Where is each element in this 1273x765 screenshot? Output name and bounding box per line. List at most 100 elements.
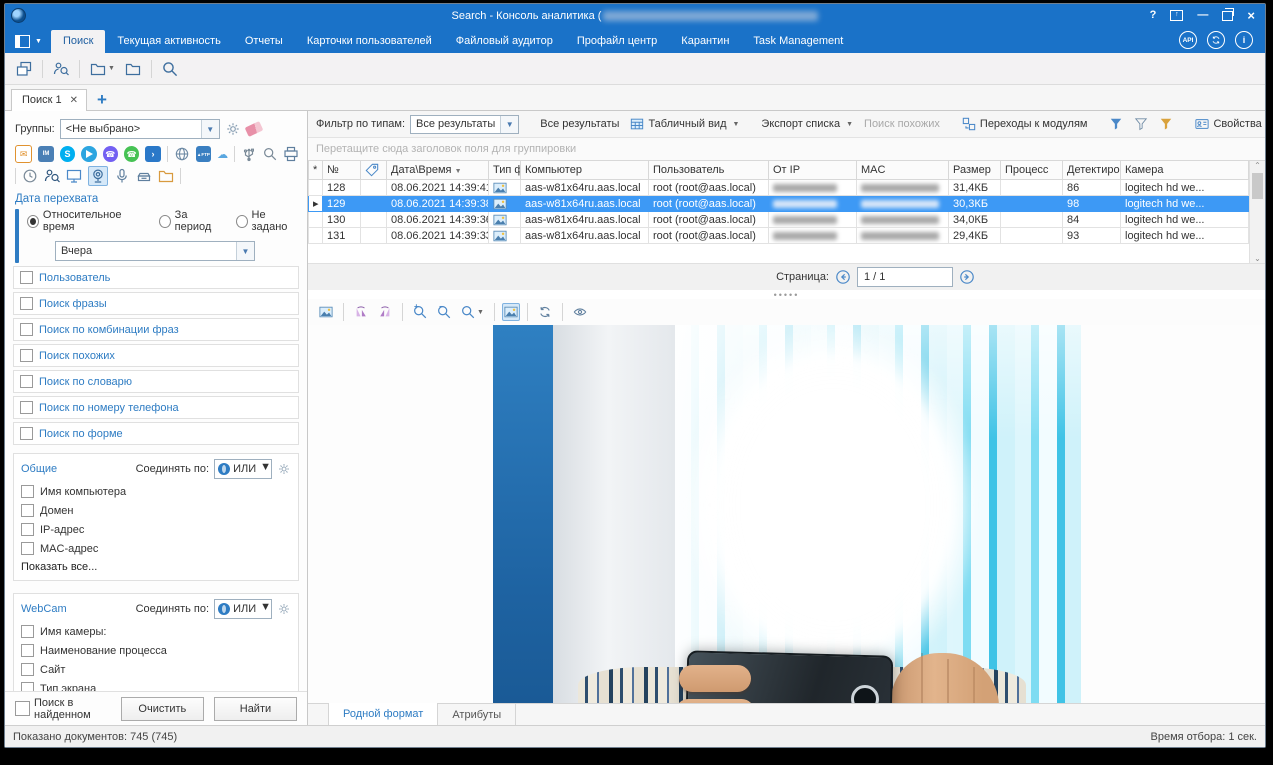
col-type[interactable]: Тип фа	[489, 161, 521, 180]
checkbox[interactable]	[15, 701, 30, 716]
funnel-clear-icon[interactable]	[1131, 115, 1151, 133]
table-row-selected[interactable]: ▸ 129 08.06.2021 14:39:38 aas-w81x64ru.a…	[309, 196, 1249, 212]
viber-icon[interactable]: ☎	[103, 146, 118, 162]
checkbox[interactable]	[21, 523, 34, 536]
funnel-edit-icon[interactable]	[1156, 115, 1176, 133]
common-mac[interactable]: MAC-адрес	[21, 542, 291, 555]
col-tag-icon[interactable]	[361, 161, 387, 180]
folder-export-icon[interactable]: ▼	[87, 58, 118, 80]
find-button[interactable]: Найти	[214, 697, 297, 721]
group-by-hint[interactable]: Перетащите сюда заголовок поля для групп…	[308, 138, 1265, 160]
close-button[interactable]: ×	[1247, 9, 1255, 22]
filter-phrase[interactable]: Поиск фразы	[13, 292, 299, 315]
webcam-camera-name[interactable]: Имя камеры:	[21, 625, 291, 638]
user-search-icon[interactable]	[50, 58, 72, 80]
api-icon[interactable]: API	[1179, 31, 1197, 49]
usb-icon[interactable]	[241, 146, 257, 162]
printer-icon[interactable]	[283, 146, 299, 162]
folder-import-icon[interactable]	[122, 58, 144, 80]
ribbon-tab-user-cards[interactable]: Карточки пользователей	[295, 30, 444, 53]
col-detect[interactable]: Детектирова	[1063, 161, 1121, 180]
ribbon-tab-current-activity[interactable]: Текущая активность	[105, 30, 232, 53]
filter-similar[interactable]: Поиск похожих	[13, 344, 299, 367]
deploy-icon[interactable]	[1207, 31, 1225, 49]
radio-period[interactable]: За период	[159, 209, 222, 233]
next-page-icon[interactable]	[959, 269, 975, 285]
col-process[interactable]: Процесс	[1001, 161, 1063, 180]
scroll-up-icon[interactable]: ⌃	[1254, 161, 1261, 170]
filter-form[interactable]: Поиск по форме	[13, 422, 299, 445]
search-similar-button[interactable]: Поиск похожих	[861, 116, 943, 132]
filter-user[interactable]: Пользователь	[13, 266, 299, 289]
filter-phrase-combo[interactable]: Поиск по комбинации фраз	[13, 318, 299, 341]
telegram-icon[interactable]	[81, 146, 96, 162]
checkbox[interactable]	[20, 401, 33, 414]
scroll-down-icon[interactable]: ⌄	[1254, 254, 1261, 263]
checkbox[interactable]	[20, 427, 33, 440]
auto-refresh-icon[interactable]	[535, 302, 555, 322]
ribbon-tab-search[interactable]: Поиск	[51, 30, 105, 53]
checkbox[interactable]	[21, 644, 34, 657]
table-vertical-scrollbar[interactable]: ⌃ ⌄	[1249, 161, 1265, 263]
type-filter-select[interactable]: Все результаты▼	[410, 115, 519, 134]
filter-dictionary[interactable]: Поиск по словарю	[13, 370, 299, 393]
export-list-button[interactable]: Экспорт списка▼	[758, 116, 856, 132]
col-computer[interactable]: Компьютер	[521, 161, 649, 180]
table-row[interactable]: 130 08.06.2021 14:39:36 aas-w81x64ru.aas…	[309, 212, 1249, 228]
prev-page-icon[interactable]	[835, 269, 851, 285]
ribbon-tab-file-auditor[interactable]: Файловый аудитор	[444, 30, 565, 53]
cash-register-icon[interactable]	[136, 168, 152, 184]
webcam-gear-icon[interactable]	[277, 602, 291, 616]
checkbox[interactable]	[21, 504, 34, 517]
all-results-button[interactable]: Все результаты	[537, 116, 622, 132]
webcam-process-name[interactable]: Наименование процесса	[21, 644, 291, 657]
go-to-modules-button[interactable]: Переходы к модулям	[959, 115, 1091, 133]
webcam-join-select[interactable]: ИЛИ▼	[214, 599, 272, 619]
table-row[interactable]: 131 08.06.2021 14:39:33 aas-w81x64ru.aas…	[309, 228, 1249, 244]
ribbon-tab-reports[interactable]: Отчеты	[233, 30, 295, 53]
close-tab-icon[interactable]: ✕	[70, 95, 78, 106]
funnel-filter-icon[interactable]	[1106, 115, 1126, 133]
radio-relative-time[interactable]: Относительное время	[27, 209, 145, 233]
webcam-site[interactable]: Сайт	[21, 663, 291, 676]
webcam-screen-type[interactable]: Тип экрана	[21, 682, 291, 691]
cloud-icon[interactable]: ☁	[217, 148, 228, 161]
results-table[interactable]: * № Дата\Время ▼ Тип фа Компьютер Пользо…	[308, 161, 1249, 244]
clear-button[interactable]: Очистить	[121, 697, 204, 721]
chevron-down-icon[interactable]: ▼	[260, 601, 271, 617]
scrollbar-thumb[interactable]	[1252, 173, 1263, 199]
page-number-input[interactable]: 1 / 1	[857, 267, 953, 287]
preview-eye-icon[interactable]	[570, 302, 590, 322]
groups-settings-gear-icon[interactable]	[225, 121, 241, 137]
whatsapp-icon[interactable]: ☎	[124, 146, 139, 162]
rotate-left-icon[interactable]	[351, 302, 371, 322]
chevron-down-icon[interactable]: ▼	[260, 461, 271, 477]
checkbox[interactable]	[21, 682, 34, 691]
image-viewer[interactable]: ミ	[308, 325, 1265, 703]
col-user[interactable]: Пользователь	[649, 161, 769, 180]
col-mac[interactable]: MAC	[857, 161, 949, 180]
col-datetime[interactable]: Дата\Время ▼	[387, 161, 489, 180]
table-view-button[interactable]: Табличный вид▼	[627, 115, 742, 133]
add-tab-button[interactable]: +	[87, 91, 117, 110]
search-in-found-checkbox[interactable]: Поиск в найденном	[15, 697, 111, 721]
zoom-level-icon[interactable]: ▼	[458, 302, 487, 322]
fit-to-window-icon[interactable]	[502, 303, 520, 321]
tab-native-format[interactable]: Родной формат	[328, 703, 438, 725]
col-size[interactable]: Размер	[949, 161, 1001, 180]
radio-not-set[interactable]: Не задано	[236, 209, 299, 233]
eraser-icon[interactable]	[244, 121, 263, 137]
time-filter-clock-icon[interactable]	[22, 168, 38, 184]
checkbox[interactable]	[20, 349, 33, 362]
info-icon[interactable]: i	[1235, 31, 1253, 49]
col-num[interactable]: №	[323, 161, 361, 180]
checkbox[interactable]	[20, 297, 33, 310]
minimize-button[interactable]: —	[1197, 10, 1208, 21]
ftp-icon[interactable]: ▲FTP	[196, 146, 211, 162]
relative-time-select[interactable]: Вчера ▼	[55, 241, 255, 261]
groups-select[interactable]: <Не выбрано> ▼	[60, 119, 220, 139]
chevron-down-icon[interactable]: ▼	[201, 120, 219, 138]
main-menu-button[interactable]: ▼	[5, 35, 51, 53]
common-join-select[interactable]: ИЛИ▼	[214, 459, 272, 479]
lync-icon[interactable]: ›	[145, 146, 160, 162]
